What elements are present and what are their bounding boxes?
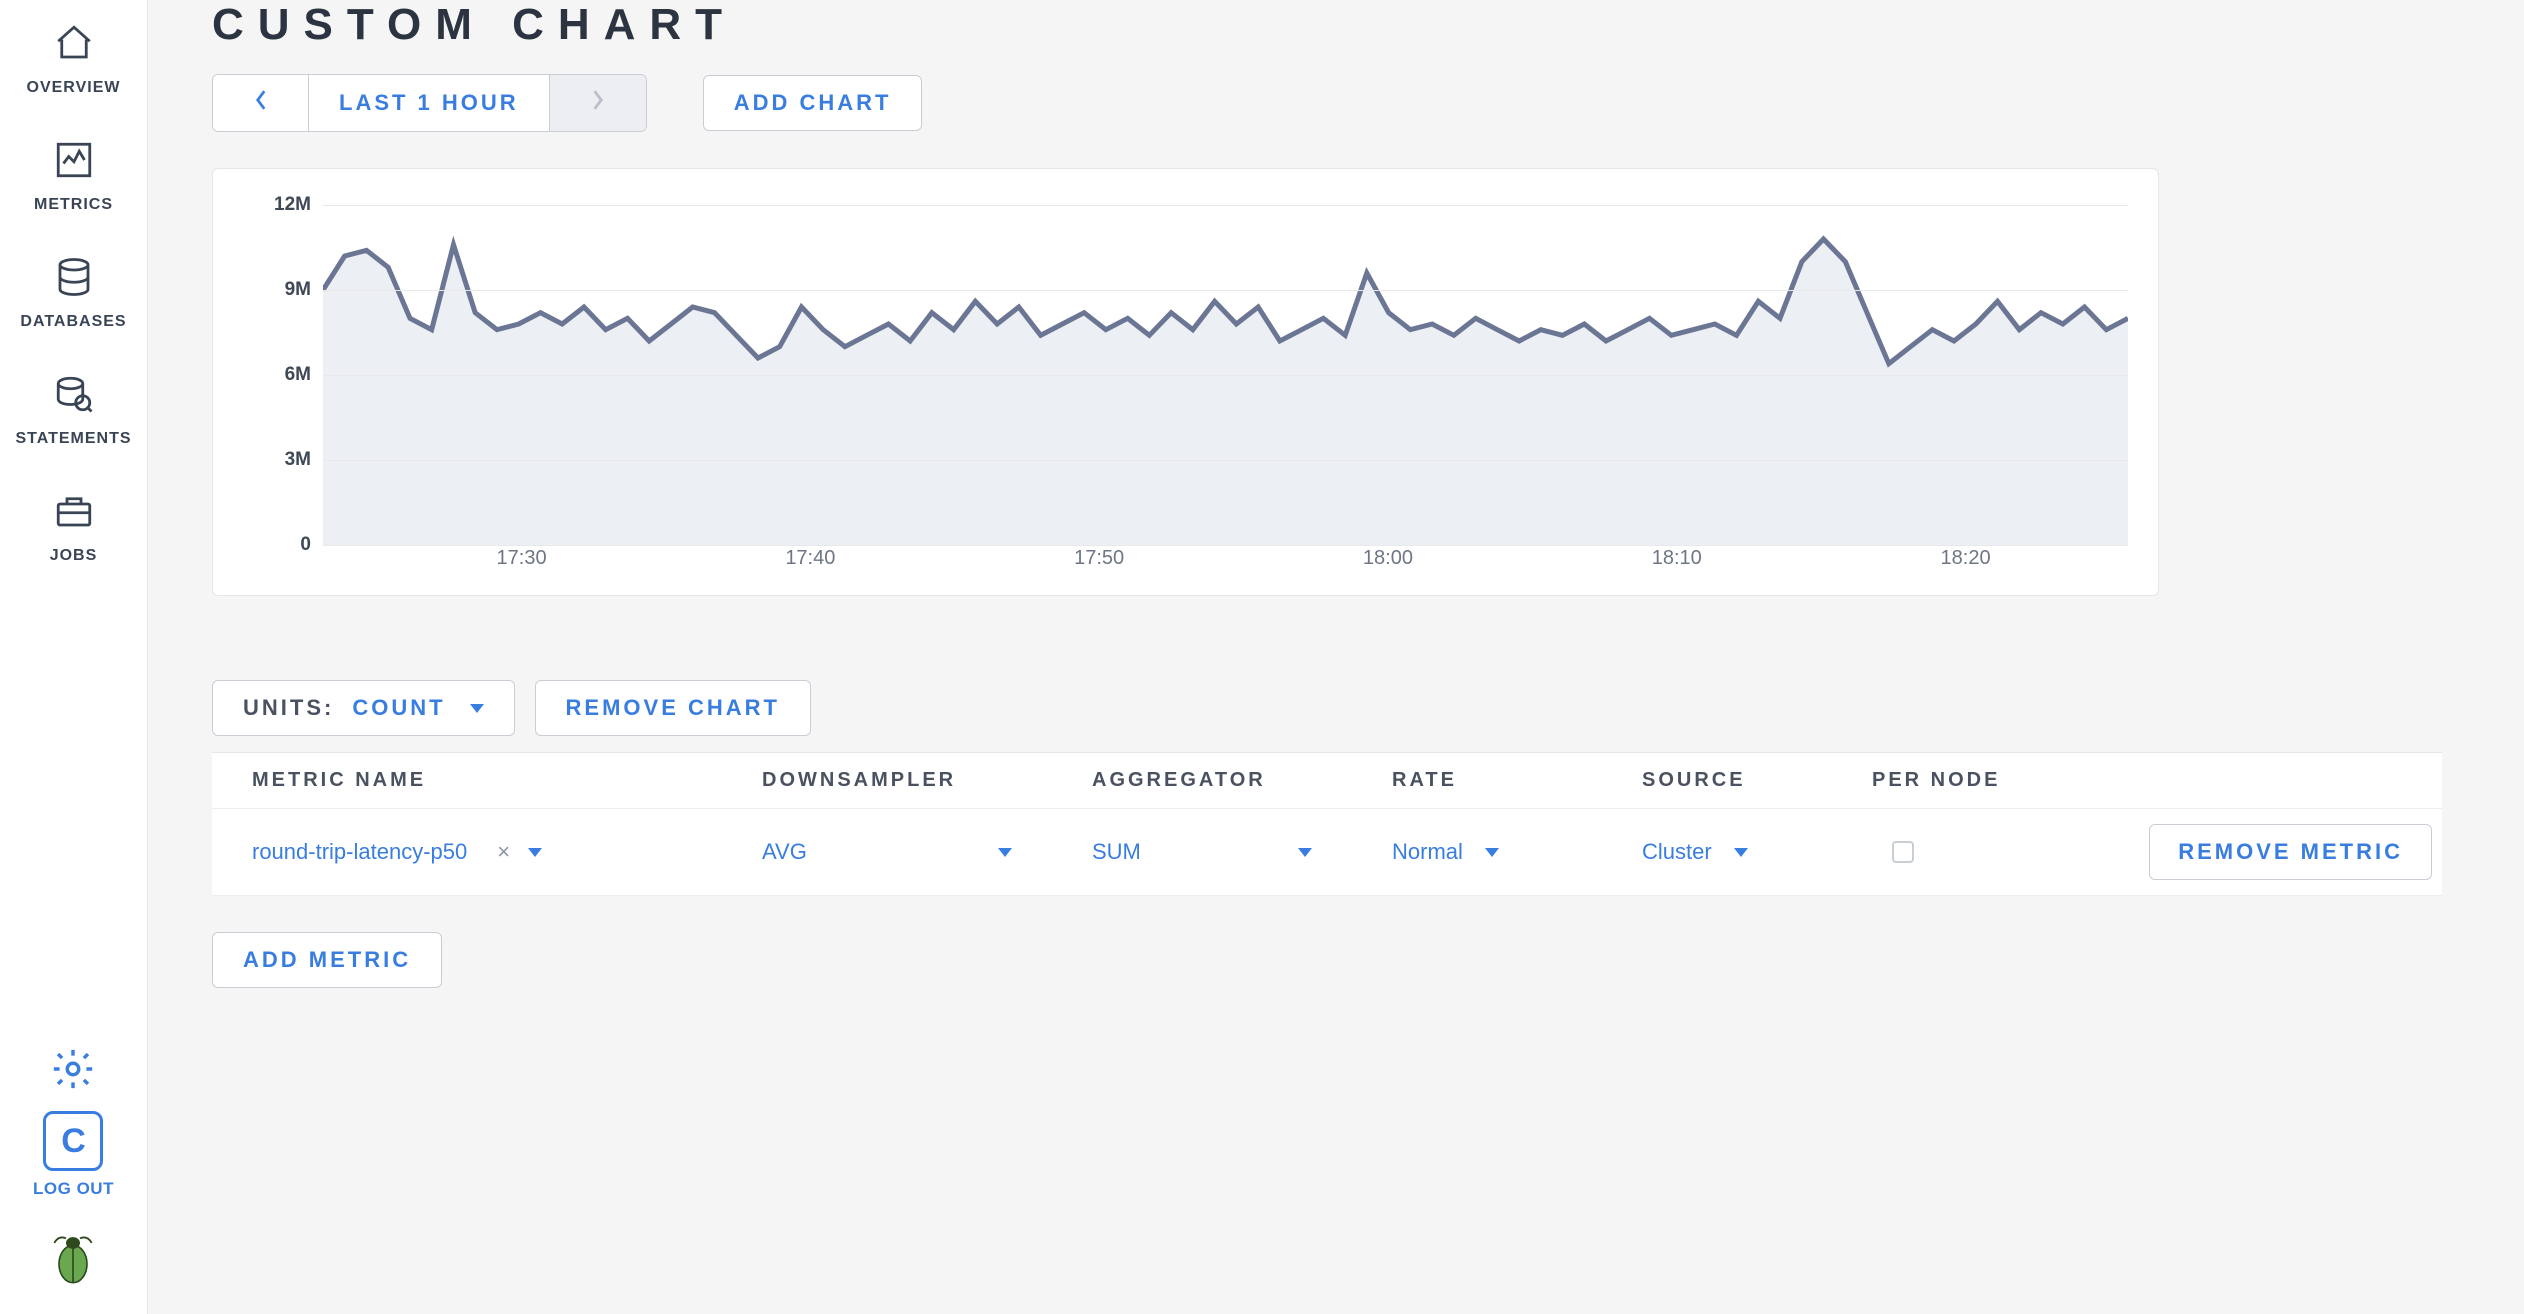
units-label: UNITS: <box>243 695 334 721</box>
chart-controls: UNITS: COUNT REMOVE CHART <box>212 680 2484 736</box>
settings-icon[interactable] <box>50 1046 96 1097</box>
chart-plot[interactable] <box>323 205 2128 545</box>
sidebar-item-metrics[interactable]: METRICS <box>0 121 147 238</box>
cockroach-logo-icon <box>45 1229 101 1290</box>
remove-metric-label: REMOVE METRIC <box>2178 839 2403 864</box>
rate-select[interactable]: Normal <box>1352 839 1602 865</box>
logout-label: LOG OUT <box>33 1179 114 1199</box>
source-select[interactable]: Cluster <box>1602 839 1832 865</box>
sidebar-item-label: JOBS <box>50 547 98 565</box>
actions-cell: REMOVE METRIC <box>2082 824 2442 880</box>
x-axis: 17:30 17:40 17:50 18:00 18:10 18:20 <box>323 545 2128 581</box>
y-tick: 0 <box>300 534 311 556</box>
main-content: CUSTOM CHART LAST 1 HOUR ADD CH <box>148 0 2524 1314</box>
time-range-selector: LAST 1 HOUR <box>212 74 647 132</box>
units-dropdown[interactable]: UNITS: COUNT <box>212 680 515 736</box>
sidebar-item-label: STATEMENTS <box>15 430 131 448</box>
remove-chart-button[interactable]: REMOVE CHART <box>535 680 811 736</box>
chevron-down-icon <box>1485 848 1499 857</box>
logout-button[interactable]: C LOG OUT <box>33 1111 114 1199</box>
units-value: COUNT <box>352 695 445 721</box>
col-metric-name: METRIC NAME <box>212 769 722 792</box>
time-range-prev-button[interactable] <box>213 75 309 131</box>
sidebar-item-statements[interactable]: STATEMENTS <box>0 355 147 472</box>
page-title: CUSTOM CHART <box>212 0 2484 50</box>
per-node-checkbox[interactable] <box>1892 841 1914 863</box>
x-tick: 18:20 <box>1941 547 1991 570</box>
remove-metric-button[interactable]: REMOVE METRIC <box>2149 824 2432 880</box>
database-icon <box>53 256 95 303</box>
metric-name-select[interactable]: round-trip-latency-p50 × <box>212 839 722 865</box>
add-metric-label: ADD METRIC <box>243 947 411 973</box>
sidebar-item-databases[interactable]: DATABASES <box>0 238 147 355</box>
rate-value: Normal <box>1392 839 1463 865</box>
sidebar-item-label: METRICS <box>34 196 113 214</box>
chevron-down-icon <box>470 704 484 713</box>
clear-icon[interactable]: × <box>497 839 510 865</box>
chevron-down-icon <box>1734 848 1748 857</box>
downsampler-value: AVG <box>762 839 807 865</box>
chart-icon <box>53 139 95 186</box>
y-tick: 9M <box>285 279 311 301</box>
add-chart-label: ADD CHART <box>734 90 892 116</box>
chart-card: 0 3M 6M 9M 12M 17:30 17:40 17:50 18:00 18:10 18:2… <box>212 168 2159 596</box>
source-value: Cluster <box>1642 839 1712 865</box>
col-aggregator: AGGREGATOR <box>1052 769 1352 792</box>
sidebar: OVERVIEW METRICS DATABASES STATEMENTS JO… <box>0 0 148 1314</box>
toolbar: LAST 1 HOUR ADD CHART <box>212 74 2484 132</box>
x-tick: 17:40 <box>785 547 835 570</box>
aggregator-value: SUM <box>1092 839 1141 865</box>
table-row: round-trip-latency-p50 × AVG SUM Normal <box>212 809 2442 895</box>
x-tick: 18:10 <box>1652 547 1702 570</box>
home-icon <box>53 22 95 69</box>
col-source: SOURCE <box>1602 769 1832 792</box>
col-downsampler: DOWNSAMPLER <box>722 769 1052 792</box>
remove-chart-label: REMOVE CHART <box>566 695 780 721</box>
add-chart-button[interactable]: ADD CHART <box>703 75 923 131</box>
statements-icon <box>53 373 95 420</box>
briefcase-icon <box>53 490 95 537</box>
aggregator-select[interactable]: SUM <box>1052 839 1352 865</box>
chevron-right-icon <box>590 89 606 117</box>
x-tick: 17:30 <box>497 547 547 570</box>
time-range-label: LAST 1 HOUR <box>339 90 519 116</box>
chevron-down-icon <box>528 848 542 857</box>
add-metric-button[interactable]: ADD METRIC <box>212 932 442 988</box>
per-node-cell <box>1832 841 2082 863</box>
y-tick: 12M <box>274 194 311 216</box>
metric-name-value: round-trip-latency-p50 <box>252 839 467 865</box>
sidebar-item-label: OVERVIEW <box>27 79 121 97</box>
chevron-down-icon <box>1298 848 1312 857</box>
time-range-next-button <box>550 75 646 131</box>
sidebar-item-overview[interactable]: OVERVIEW <box>0 4 147 121</box>
sidebar-item-jobs[interactable]: JOBS <box>0 472 147 589</box>
chart-area: 03M6M9M12M <box>243 205 2128 545</box>
y-tick: 6M <box>285 364 311 386</box>
downsampler-select[interactable]: AVG <box>722 839 1052 865</box>
chevron-left-icon <box>253 89 269 117</box>
x-tick: 17:50 <box>1074 547 1124 570</box>
metric-table: METRIC NAME DOWNSAMPLER AGGREGATOR RATE … <box>212 752 2442 896</box>
col-rate: RATE <box>1352 769 1602 792</box>
x-tick: 18:00 <box>1363 547 1413 570</box>
y-tick: 3M <box>285 449 311 471</box>
table-header-row: METRIC NAME DOWNSAMPLER AGGREGATOR RATE … <box>212 753 2442 809</box>
col-per-node: PER NODE <box>1832 769 2082 792</box>
y-axis: 03M6M9M12M <box>243 205 323 545</box>
logout-avatar: C <box>43 1111 103 1171</box>
sidebar-item-label: DATABASES <box>20 313 126 331</box>
time-range-label-button[interactable]: LAST 1 HOUR <box>309 75 550 131</box>
chevron-down-icon <box>998 848 1012 857</box>
